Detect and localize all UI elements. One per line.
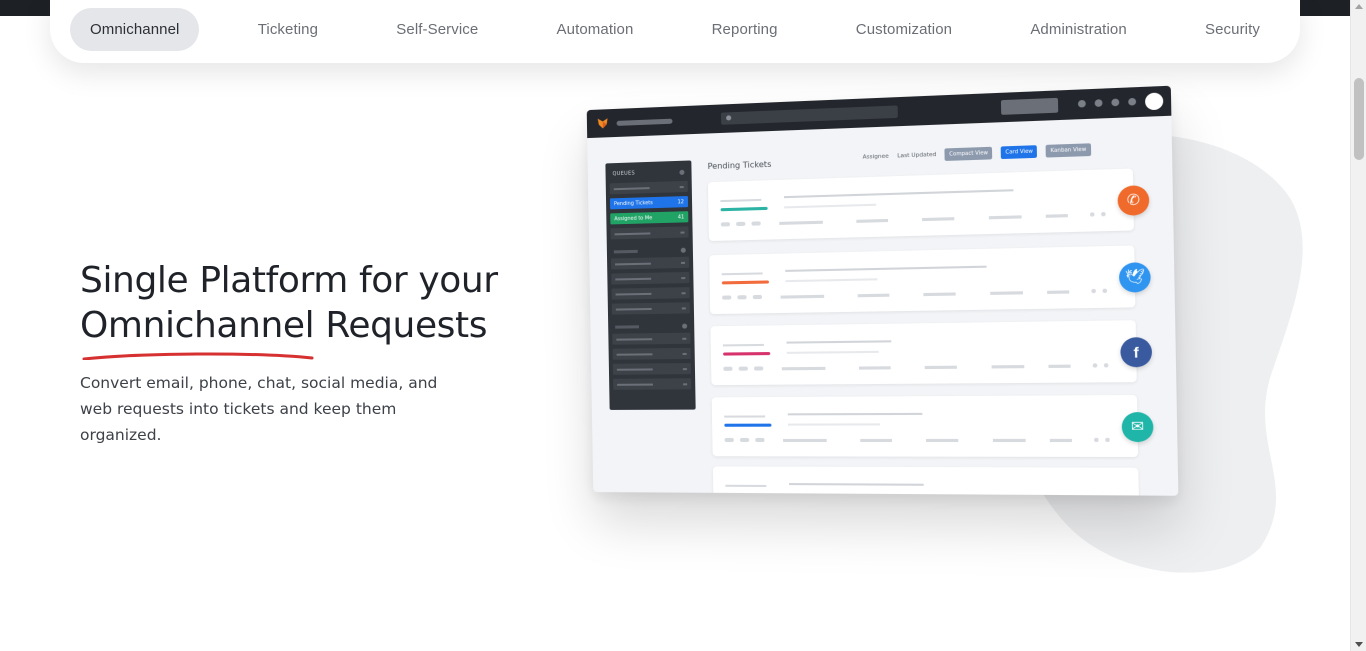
mockup-queue-assigned-label: Assigned to Me: [614, 215, 652, 222]
mockup-queue-item: [613, 378, 691, 390]
hero-title-rest: Requests: [314, 305, 487, 346]
mockup-filter-assignee: Assignee: [863, 154, 889, 161]
tab-self-service[interactable]: Self-Service: [376, 8, 498, 51]
hero-title: Single Platform for your Omnichannel Req…: [80, 258, 550, 348]
mockup-queue-item: [613, 363, 691, 375]
hero-title-line1: Single Platform for your: [80, 258, 550, 303]
hero-title-line2: Omnichannel Requests: [80, 303, 550, 348]
mockup-ticket-card: [713, 466, 1140, 495]
mockup-queue-pending-count: 12: [677, 199, 684, 205]
mockup-card-view-button: Card View: [1001, 145, 1038, 159]
mockup-queue-pending-label: Pending Tickets: [614, 200, 653, 207]
mockup-ticket-card: 🕊: [709, 245, 1135, 314]
mockup-queue-item: [612, 333, 690, 345]
hero-description: Convert email, phone, chat, social media…: [80, 370, 450, 448]
mockup-queues-label: QUEUES: [612, 170, 635, 177]
mockup-search-bar: [721, 105, 898, 124]
tab-reporting[interactable]: Reporting: [692, 8, 798, 51]
mockup-queue-item: [611, 257, 689, 270]
mockup-ticket-card: ✉: [712, 395, 1138, 457]
mockup-queue-item: [612, 287, 690, 300]
mockup-queue-item: [610, 181, 688, 195]
feature-tab-nav: Omnichannel Ticketing Self-Service Autom…: [50, 0, 1300, 63]
mockup-filters: Assignee Last Updated Compact View Card …: [862, 143, 1090, 163]
tab-administration[interactable]: Administration: [1010, 8, 1146, 51]
tab-omnichannel[interactable]: Omnichannel: [70, 8, 199, 51]
tab-ticketing[interactable]: Ticketing: [238, 8, 338, 51]
mockup-main-title: Pending Tickets: [708, 160, 772, 171]
mockup-queue-pending: Pending Tickets 12: [610, 196, 688, 209]
tab-customization[interactable]: Customization: [836, 8, 972, 51]
facebook-icon: f: [1120, 337, 1152, 367]
mockup-avatar: [1145, 92, 1163, 110]
mockup-app-name-placeholder: [617, 118, 673, 125]
mockup-topbar: [587, 86, 1172, 138]
mockup-queue-item: [610, 226, 688, 239]
mockup-new-button: [1001, 98, 1058, 115]
mockup-kanban-view-button: Kanban View: [1046, 143, 1091, 157]
mockup-toolbar-icons: [1078, 98, 1136, 108]
scroll-down-arrow-icon[interactable]: [1355, 642, 1363, 647]
fox-logo-icon: [597, 117, 609, 129]
hero-title-highlight: Omnichannel: [80, 303, 314, 348]
mockup-compact-view-button: Compact View: [945, 147, 993, 161]
mockup-queue-assigned: Assigned to Me 41: [610, 211, 688, 224]
tab-automation[interactable]: Automation: [537, 8, 654, 51]
phone-icon: ✆: [1117, 185, 1149, 216]
mockup-ticket-card: f: [710, 320, 1136, 385]
red-underline-swoosh: [82, 352, 314, 360]
mockup-queue-item: [613, 348, 691, 360]
mockup-queue-sidebar: QUEUES Pending Tickets 12 Assigned to Me 4…: [605, 160, 695, 410]
helpdesk-app-mockup: QUEUES Pending Tickets 12 Assigned to Me 4…: [587, 86, 1179, 496]
page-scrollbar[interactable]: [1350, 0, 1366, 651]
mockup-filter-updated: Last Updated: [897, 152, 936, 160]
scroll-up-arrow-icon[interactable]: [1355, 4, 1363, 9]
email-icon: ✉: [1122, 412, 1154, 442]
mockup-queue-item: [611, 272, 689, 285]
mockup-ticket-card: ✆: [708, 168, 1134, 241]
mockup-queue-assigned-count: 41: [678, 214, 685, 220]
tab-security[interactable]: Security: [1185, 8, 1280, 51]
mockup-queue-item: [612, 302, 690, 314]
twitter-icon: 🕊: [1119, 262, 1151, 293]
hero-title-highlight-text: Omnichannel: [80, 305, 314, 346]
scrollbar-thumb[interactable]: [1354, 78, 1364, 160]
